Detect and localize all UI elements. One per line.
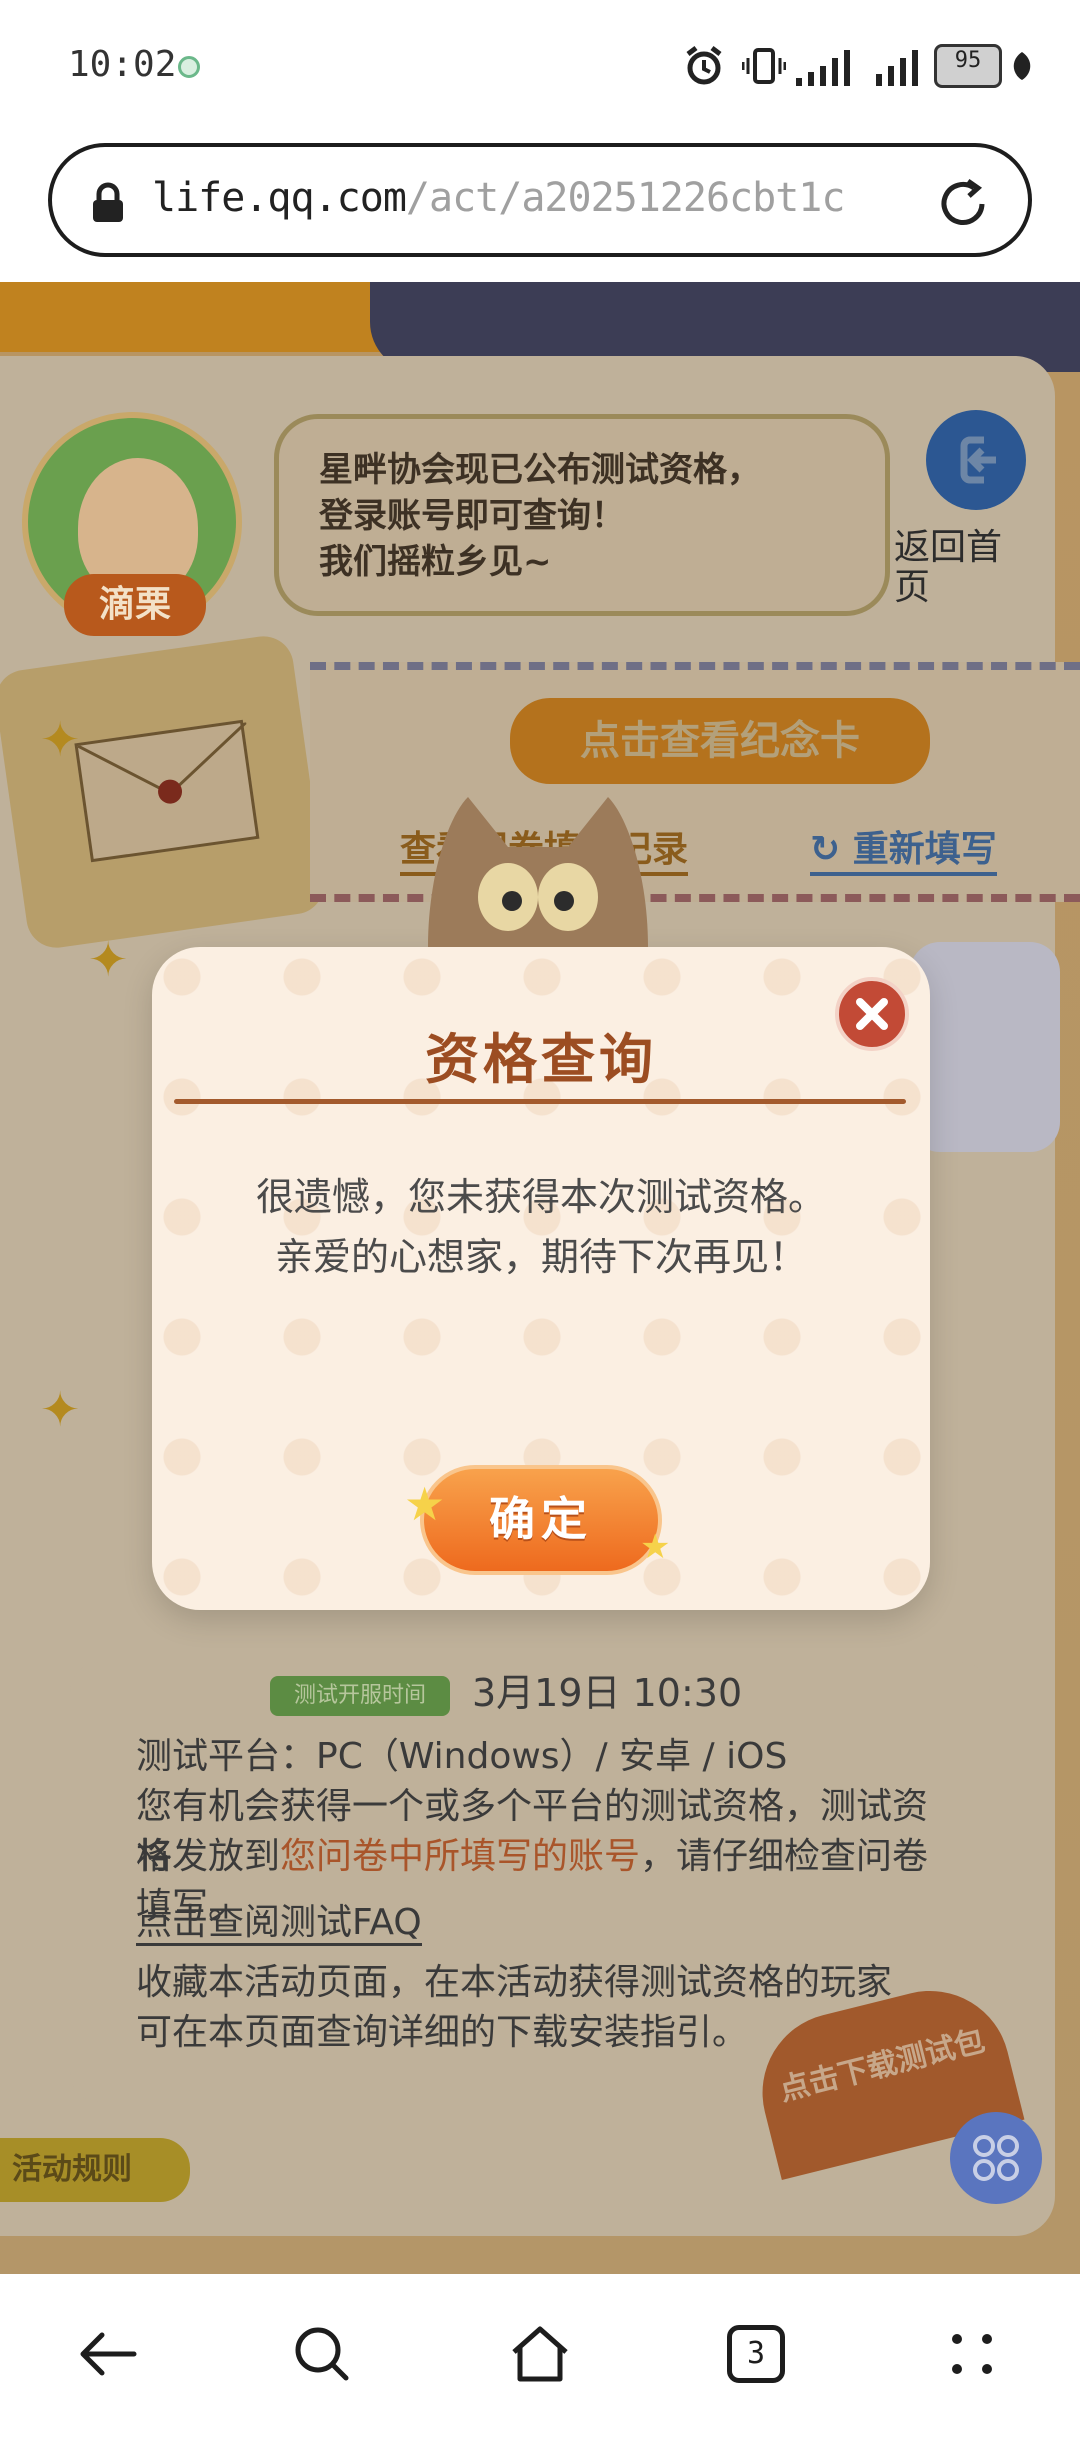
info-line: 收藏本活动页面，在本活动获得测试资格的玩家 xyxy=(136,1962,893,2003)
view-memorial-card-button[interactable]: 点击查看纪念卡 xyxy=(510,698,930,784)
status-time: 10:02 xyxy=(68,44,177,85)
star-icon: ✦ xyxy=(88,932,129,988)
menu-dots-icon xyxy=(952,2334,992,2374)
speech-line: 星畔协会现已公布测试资格， xyxy=(319,450,761,490)
info-line: 测试平台：PC（Windows）/ 安卓 / iOS xyxy=(136,1736,788,1777)
back-button[interactable] xyxy=(68,2314,148,2394)
info-line-text: 将发放到 xyxy=(136,1836,281,1877)
speech-line: 登录账号即可查询！ xyxy=(319,496,625,536)
back-home-button[interactable]: 返回首页 xyxy=(894,410,1044,610)
app-notification-icon xyxy=(178,56,200,78)
star-icon: ✦ xyxy=(40,1382,81,1438)
signal-icon xyxy=(794,44,860,88)
url-text[interactable]: life.qq.com/act/a20251226cbt1c xyxy=(152,175,846,221)
speech-bubble: 星畔协会现已公布测试资格， 登录账号即可查询！ 我们摇粒乡见~ xyxy=(274,414,890,616)
url-path: /act/a20251226cbt1c xyxy=(405,175,846,221)
account-highlight: 您问卷中所填写的账号 xyxy=(280,1836,641,1877)
back-arrow-icon xyxy=(926,410,1026,510)
address-bar[interactable]: life.qq.com/act/a20251226cbt1c xyxy=(48,143,1032,257)
leaf-icon xyxy=(1010,44,1034,88)
status-icons: 95 xyxy=(684,44,1044,88)
floating-menu-button[interactable] xyxy=(950,2112,1042,2204)
speech-line: 我们摇粒乡见~ xyxy=(319,542,552,582)
home-icon xyxy=(512,2326,568,2382)
character-sticker xyxy=(910,942,1060,1152)
vibrate-icon xyxy=(741,44,787,88)
back-arrow-icon xyxy=(80,2332,137,2376)
test-open-time-value: 3月19日 10:30 xyxy=(472,1671,743,1715)
reload-icon[interactable] xyxy=(934,175,992,237)
back-home-label: 返回首页 xyxy=(894,527,1003,608)
browser-bottom-nav: 3 xyxy=(0,2274,1080,2438)
character-name: 滴栗 xyxy=(64,574,206,636)
faq-link[interactable]: 点击查阅测试FAQ xyxy=(136,1902,422,1946)
menu-button[interactable] xyxy=(932,2314,1012,2394)
status-bar: 10:02 95 xyxy=(0,0,1080,130)
refill-link[interactable]: ↻ 重新填写 xyxy=(810,820,997,876)
qualification-query-modal: 资格查询 很遗憾，您未获得本次测试资格。 亲爱的心想家，期待下次再见！ 确定 ★… xyxy=(152,797,930,1610)
search-button[interactable] xyxy=(282,2314,362,2394)
signal-icon xyxy=(874,44,924,88)
envelope-icon xyxy=(74,719,260,863)
star-icon: ★ xyxy=(640,1527,671,1567)
refill-label: 重新填写 xyxy=(852,829,997,870)
confirm-button[interactable]: 确定 xyxy=(420,1465,662,1575)
star-icon: ★ xyxy=(404,1477,446,1531)
modal-divider xyxy=(174,1099,906,1104)
test-open-time: 测试开服时间 3月19日 10:30 xyxy=(270,1662,742,1717)
home-button[interactable] xyxy=(500,2314,580,2394)
alarm-icon xyxy=(684,44,724,88)
info-line: 点击查阅测试FAQ xyxy=(136,1898,956,1948)
envelope-card xyxy=(0,632,329,952)
battery-level: 95 xyxy=(934,44,1002,88)
modal-message: 很遗憾，您未获得本次测试资格。 亲爱的心想家，期待下次再见！ xyxy=(152,1167,930,1287)
modal-message-line: 很遗憾，您未获得本次测试资格。 xyxy=(255,1175,826,1219)
test-open-time-tag: 测试开服时间 xyxy=(270,1675,450,1716)
star-icon: ✦ xyxy=(40,712,81,768)
tabs-button[interactable]: 3 xyxy=(716,2314,796,2394)
speech-text: 星畔协会现已公布测试资格， 登录账号即可查询！ 我们摇粒乡见~ xyxy=(319,447,859,585)
lock-icon xyxy=(90,181,126,229)
search-icon xyxy=(295,2327,349,2381)
modal-title: 资格查询 xyxy=(425,1028,657,1091)
modal-message-line: 亲爱的心想家，期待下次再见！ xyxy=(274,1235,807,1279)
url-host: life.qq.com xyxy=(152,175,407,221)
cat-mascot-icon xyxy=(408,797,668,947)
tab-count: 3 xyxy=(727,2325,785,2383)
activity-rules-tab[interactable]: 活动规则 xyxy=(0,2138,190,2202)
